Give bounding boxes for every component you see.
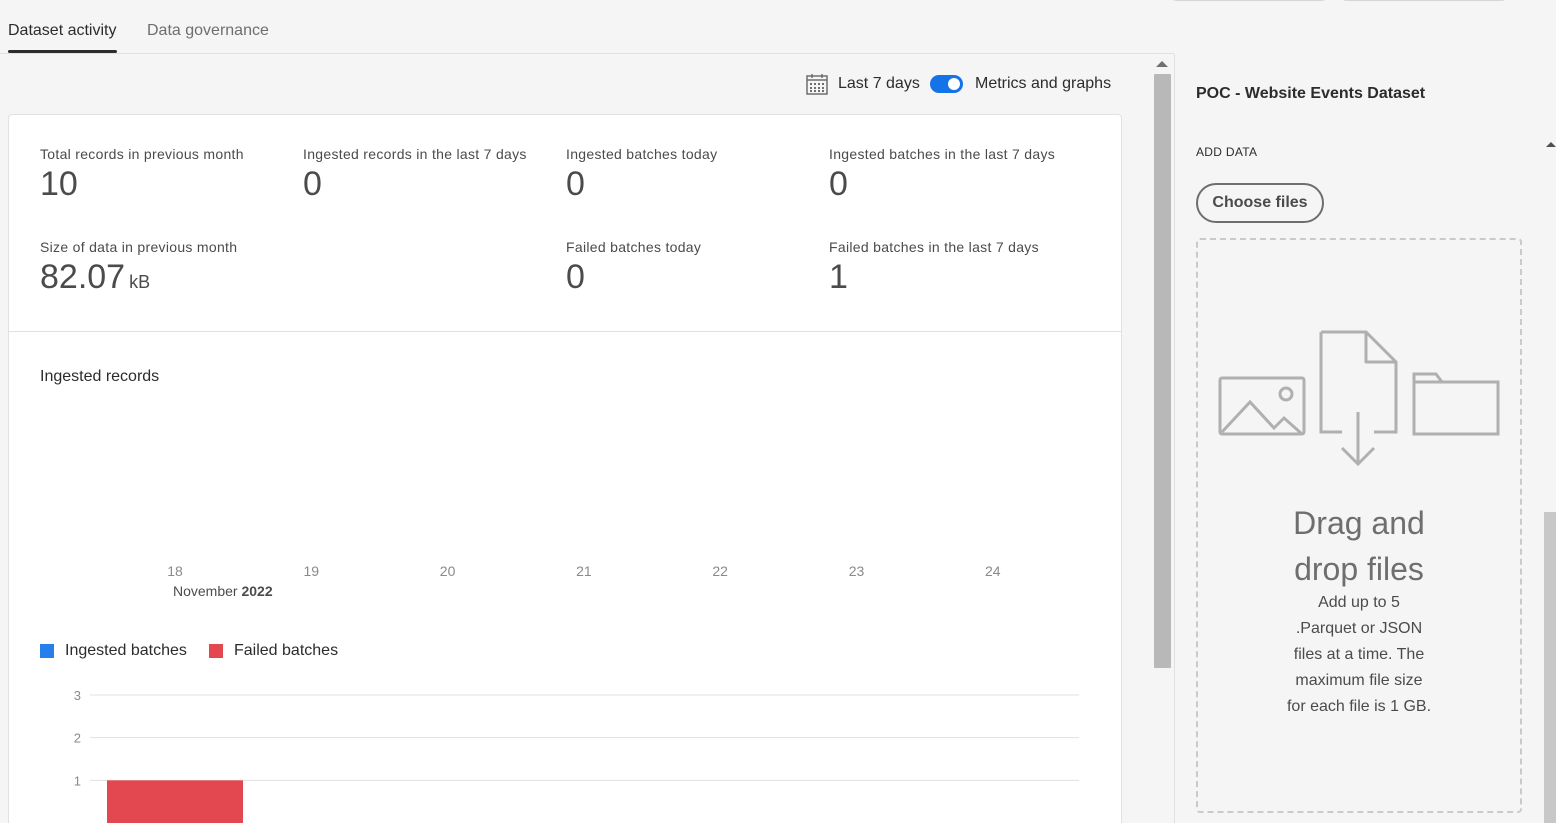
day-tick-label: 23 — [848, 563, 865, 579]
metrics-graphs-toggle[interactable] — [930, 75, 963, 93]
month-name: November — [173, 583, 238, 599]
metric-label: Ingested batches today — [566, 146, 718, 162]
drop-heading-line: drop files — [1294, 551, 1424, 587]
metric-value: 82.07 kB — [40, 258, 237, 301]
tab-bar: Dataset activity Data governance — [0, 0, 1174, 54]
metric-label: Failed batches today — [566, 239, 702, 255]
day-tick-label: 24 — [985, 563, 1001, 579]
choose-files-button[interactable]: Choose files — [1196, 183, 1324, 223]
panel-scrollbar-thumb[interactable] — [1544, 512, 1556, 823]
month-label: November 2022 — [173, 583, 273, 599]
tab-dataset-activity[interactable]: Dataset activity — [8, 22, 116, 40]
metric-ingested-batches-7d: Ingested batches in the last 7 days 0 — [829, 146, 1055, 203]
day-tick-label: 19 — [303, 563, 320, 579]
active-tab-indicator — [8, 50, 117, 53]
scroll-up-arrow-icon[interactable] — [1156, 61, 1168, 67]
y-tick-label: 1 — [74, 773, 81, 788]
metric-ingested-records-7d: Ingested records in the last 7 days 0 — [303, 146, 527, 203]
metric-label: Total records in previous month — [40, 146, 244, 162]
top-action-button-1[interactable] — [1170, 0, 1328, 1]
metric-value: 10 — [40, 165, 78, 203]
dataset-activity-card: Total records in previous month 10 Inges… — [8, 114, 1122, 823]
metric-failed-batches-7d: Failed batches in the last 7 days 1 — [829, 239, 1039, 296]
toggle-knob — [948, 78, 960, 90]
metric-value: 0 — [566, 258, 585, 296]
metric-label: Failed batches in the last 7 days — [829, 239, 1039, 255]
card-divider — [9, 331, 1121, 332]
metric-label: Size of data in previous month — [40, 239, 238, 255]
metric-label: Ingested records in the last 7 days — [303, 146, 527, 162]
drop-heading: Drag and drop files — [1196, 500, 1522, 592]
main-scrollbar-thumb[interactable] — [1154, 74, 1171, 668]
toggle-label: Metrics and graphs — [975, 75, 1112, 92]
failed-batch-bar[interactable] — [107, 780, 243, 823]
metric-value: 0 — [303, 165, 322, 203]
drop-desc-line: .Parquet or JSON — [1295, 620, 1423, 637]
drag-drop-illustration-icon — [1218, 330, 1500, 467]
ingested-records-title: Ingested records — [40, 368, 160, 385]
drop-desc-line: files at a time. The — [1293, 646, 1425, 663]
metric-total-records: Total records in previous month 10 — [40, 146, 244, 203]
drop-description: Add up to 5 .Parquet or JSON files at a … — [1196, 590, 1522, 720]
metric-value: 0 — [829, 165, 848, 203]
date-range-picker[interactable]: Last 7 days — [838, 75, 920, 93]
metric-number: 82.07 — [40, 258, 126, 296]
metric-label: Ingested batches in the last 7 days — [829, 146, 1056, 162]
tab-data-governance[interactable]: Data governance — [147, 22, 269, 40]
day-tick-label: 22 — [712, 563, 728, 579]
y-tick-label: 2 — [74, 731, 81, 746]
batches-bar-chart: 1 2 3 — [74, 688, 1079, 823]
drop-desc-line: maximum file size — [1295, 672, 1423, 689]
panel-scroll-up-icon[interactable] — [1546, 142, 1556, 147]
metric-value: 0 — [566, 165, 585, 203]
drop-desc-line: Add up to 5 — [1318, 594, 1400, 611]
metric-value: 1 — [829, 258, 848, 296]
metric-ingested-batches-today: Ingested batches today 0 — [566, 146, 717, 203]
metric-unit: kB — [129, 272, 151, 292]
add-data-label: ADD DATA — [1196, 145, 1258, 159]
day-tick-label: 21 — [576, 563, 592, 579]
metric-failed-batches-today: Failed batches today 0 — [566, 239, 701, 296]
metric-data-size: Size of data in previous month 82.07 kB — [40, 239, 237, 301]
top-action-button-2[interactable] — [1340, 0, 1508, 1]
legend-swatch-ingested — [40, 644, 54, 658]
legend-ingested-batches[interactable]: Ingested batches — [65, 642, 187, 660]
drop-heading-line: Drag and — [1293, 505, 1425, 541]
day-tick-label: 20 — [439, 563, 456, 579]
legend-swatch-failed — [209, 644, 223, 658]
legend-failed-batches[interactable]: Failed batches — [234, 642, 338, 660]
year-label: 2022 — [241, 583, 273, 599]
drop-desc-line: for each file is 1 GB. — [1286, 698, 1432, 715]
panel-title: POC - Website Events Dataset — [1196, 85, 1426, 102]
day-tick-label: 18 — [167, 563, 183, 579]
y-tick-label: 3 — [74, 688, 81, 703]
calendar-icon[interactable] — [806, 73, 828, 95]
